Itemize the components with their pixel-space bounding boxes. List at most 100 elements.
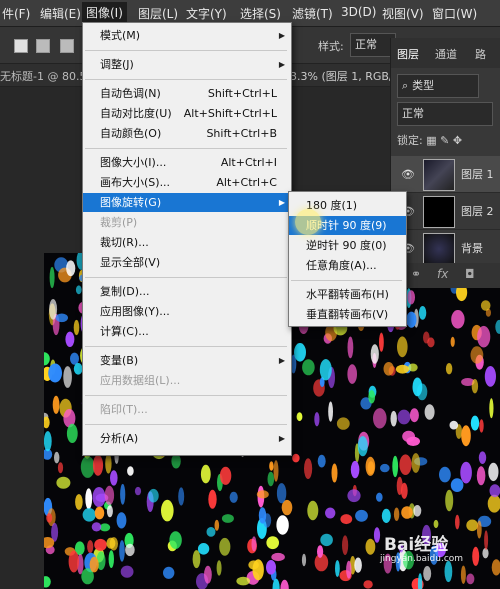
- menu-item[interactable]: 自动颜色(O) Shift+Ctrl+B: [83, 124, 291, 143]
- confetti-dot: [407, 290, 416, 305]
- menu-filter[interactable]: 滤镜(T): [292, 5, 333, 22]
- menu-item[interactable]: 自动对比度(U) Alt+Shift+Ctrl+L: [83, 104, 291, 123]
- confetti-dot: [258, 507, 267, 524]
- confetti-dot: [48, 363, 62, 383]
- confetti-dot: [411, 453, 421, 473]
- add-mask-icon[interactable]: ◘: [465, 267, 475, 281]
- lock-paint-icon[interactable]: ✎: [440, 134, 453, 147]
- confetti-dot: [271, 552, 285, 562]
- confetti-dot: [470, 415, 480, 431]
- menu-item[interactable]: 画布大小(S)... Alt+Ctrl+C: [83, 173, 291, 192]
- confetti-dot: [219, 466, 232, 485]
- confetti-dot: [401, 506, 413, 519]
- menu-item[interactable]: 计算(C)...: [83, 322, 291, 341]
- lock-move-icon[interactable]: ✥: [453, 134, 462, 147]
- layer-kind-filter[interactable]: ⌕ 类型: [397, 74, 479, 98]
- subtract-selection-icon[interactable]: [60, 39, 74, 53]
- confetti-dot: [75, 285, 82, 295]
- confetti-dot: [273, 460, 279, 482]
- menu-item[interactable]: 变量(B) ▶: [83, 351, 291, 370]
- lock-pixels-icon[interactable]: ▦: [426, 134, 440, 147]
- menu-3d[interactable]: 3D(D): [341, 5, 376, 19]
- menu-type[interactable]: 文字(Y): [186, 5, 227, 22]
- confetti-dot: [347, 489, 361, 503]
- menu-select[interactable]: 选择(S): [240, 5, 281, 22]
- confetti-dot: [433, 519, 439, 529]
- confetti-dot: [56, 476, 71, 489]
- tab-channels[interactable]: 通道: [435, 46, 457, 62]
- link-layers-icon[interactable]: ⚭: [411, 267, 421, 281]
- menu-item-shortcut: Shift+Ctrl+L: [207, 87, 277, 100]
- confetti-dot: [266, 560, 276, 575]
- visibility-eye-icon[interactable]: 👁: [401, 168, 415, 181]
- confetti-dot: [347, 364, 358, 384]
- submenu-item-label: 垂直翻转画布(V): [306, 308, 389, 321]
- layer-row-1[interactable]: 👁 图层 1: [391, 156, 500, 193]
- confetti-dot: [397, 409, 411, 425]
- menu-view[interactable]: 视图(V): [382, 5, 424, 22]
- confetti-dot: [379, 332, 384, 352]
- confetti-dot: [368, 390, 376, 404]
- menu-item[interactable]: 裁切(R)...: [83, 233, 291, 252]
- confetti-dot: [314, 412, 320, 427]
- menu-image[interactable]: 图像(I): [82, 2, 127, 24]
- confetti-dot: [488, 462, 499, 482]
- menu-item[interactable]: 显示全部(V): [83, 253, 291, 272]
- tab-paths[interactable]: 路: [475, 46, 486, 62]
- confetti-dot: [439, 466, 451, 483]
- submenu-item[interactable]: 水平翻转画布(H): [289, 285, 406, 304]
- submenu-item[interactable]: 垂直翻转画布(V): [289, 305, 406, 324]
- confetti-dot: [221, 514, 234, 523]
- tab-layers[interactable]: 图层: [397, 46, 419, 62]
- layer-name[interactable]: 图层 1: [461, 166, 494, 182]
- confetti-dot: [460, 461, 472, 484]
- fx-icon[interactable]: fx: [437, 267, 448, 281]
- menu-item: 应用数据组(L)...: [83, 371, 291, 390]
- confetti-dot: [317, 454, 326, 468]
- menu-separator: [85, 424, 287, 425]
- confetti-dot: [192, 550, 201, 569]
- menu-item[interactable]: 调整(J) ▶: [83, 55, 291, 74]
- menu-layer[interactable]: 图层(L): [138, 5, 178, 22]
- menu-window[interactable]: 窗口(W): [432, 5, 477, 22]
- menu-item[interactable]: 模式(M) ▶: [83, 26, 291, 45]
- menu-item-label: 裁切(R)...: [100, 236, 149, 249]
- menu-item-shortcut: Alt+Shift+Ctrl+L: [183, 107, 277, 120]
- layer-name[interactable]: 背景: [461, 240, 483, 256]
- image-menu: 模式(M) ▶ 调整(J) ▶ 自动色调(N) Shift+Ctrl+L 自动对比度(U) A…: [82, 22, 292, 456]
- menu-item[interactable]: 自动色调(N) Shift+Ctrl+L: [83, 84, 291, 103]
- menu-edit[interactable]: 编辑(E): [40, 5, 81, 22]
- menu-item[interactable]: 图像大小(I)... Alt+Ctrl+I: [83, 153, 291, 172]
- new-selection-icon[interactable]: [14, 39, 28, 53]
- confetti-dot: [319, 359, 332, 381]
- cursor-highlight: [295, 209, 321, 235]
- confetti-dot: [347, 336, 354, 359]
- confetti-dot: [44, 352, 50, 366]
- menu-item[interactable]: 复制(D)...: [83, 282, 291, 301]
- watermark: Bai经验 jingyan.baidu.com: [380, 530, 463, 564]
- menu-item[interactable]: 分析(A) ▶: [83, 429, 291, 448]
- confetti-dot: [365, 538, 376, 555]
- confetti-dot: [44, 431, 52, 452]
- layer-row-3[interactable]: 👁 背景: [391, 230, 500, 267]
- document-tab-info: 3.3% (图层 1, RGB/8: [290, 70, 400, 83]
- menu-item-label: 画布大小(S)...: [100, 176, 171, 189]
- menu-file[interactable]: 件(F): [2, 5, 30, 22]
- confetti-dot: [87, 540, 94, 554]
- confetti-dot: [479, 419, 484, 433]
- submenu-item[interactable]: 任意角度(A)...: [289, 256, 406, 275]
- add-selection-icon[interactable]: [36, 39, 50, 53]
- submenu-item[interactable]: 逆时针 90 度(0): [289, 236, 406, 255]
- layer-name[interactable]: 图层 2: [461, 203, 494, 219]
- confetti-dot: [350, 460, 360, 479]
- menu-item-label: 陷印(T)...: [100, 403, 148, 416]
- confetti-dot: [480, 300, 491, 311]
- confetti-dot: [476, 466, 486, 486]
- confetti-dot: [482, 548, 489, 559]
- blend-mode-select[interactable]: 正常: [397, 102, 493, 126]
- confetti-dot: [444, 560, 453, 583]
- menu-item[interactable]: 图像旋转(G) ▶: [83, 193, 291, 212]
- document-tab-title[interactable]: 无标题-1 @ 80.5: [0, 68, 86, 84]
- menu-item[interactable]: 应用图像(Y)...: [83, 302, 291, 321]
- layer-row-2[interactable]: 👁 图层 2: [391, 193, 500, 230]
